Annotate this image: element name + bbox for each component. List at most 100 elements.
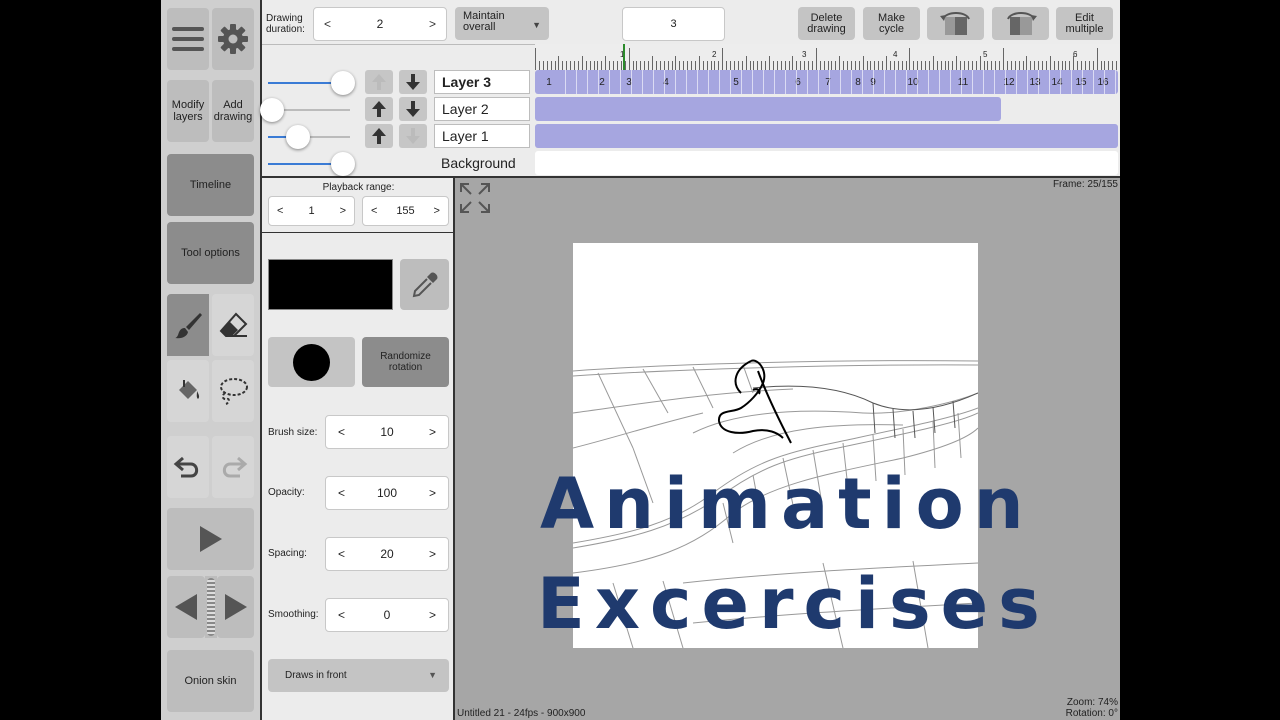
next-frame-button[interactable] [217, 576, 254, 638]
rotate-right-button[interactable] [992, 7, 1049, 40]
move-layer-down-button[interactable] [399, 70, 427, 94]
ruler-tick [628, 48, 630, 70]
increment-button[interactable]: > [429, 547, 436, 561]
move-layer-up-button[interactable] [365, 70, 393, 94]
frame-cell[interactable]: 4 [659, 70, 673, 94]
make-cycle-button[interactable]: Make cycle [863, 7, 920, 40]
opacity-slider-knob[interactable] [286, 125, 311, 149]
layer-name-field[interactable]: Layer 2 [434, 97, 530, 121]
modify-layers-button[interactable]: Modify layers [167, 80, 209, 142]
edit-multiple-button[interactable]: Edit multiple [1056, 7, 1113, 40]
add-drawing-button[interactable]: Add drawing [212, 80, 254, 142]
background-track[interactable] [535, 151, 1118, 175]
increment-button[interactable]: > [434, 205, 440, 217]
move-layer-up-button[interactable] [365, 97, 393, 121]
playhead-marker[interactable] [623, 44, 625, 70]
layer-3-track[interactable]: 12345678910111213141516 [535, 70, 1118, 94]
delete-drawing-button[interactable]: Delete drawing [798, 7, 855, 40]
decrement-button[interactable]: < [338, 608, 345, 622]
brush-shape-button[interactable] [268, 337, 355, 387]
fullscreen-button[interactable] [459, 182, 491, 219]
range-end-stepper[interactable]: < 155 > [362, 196, 449, 226]
layer-1-track[interactable] [535, 124, 1118, 148]
settings-button[interactable] [212, 8, 254, 70]
rotate-left-button[interactable] [927, 7, 984, 40]
move-layer-up-button[interactable] [365, 124, 393, 148]
cell-separator [620, 70, 621, 94]
frame-cell[interactable]: 6 [791, 70, 805, 94]
opacity-slider-knob[interactable] [331, 71, 356, 95]
decrement-button[interactable]: < [338, 425, 345, 439]
brush-size-stepper[interactable]: < 10 > [325, 415, 449, 449]
arrow-down-icon [406, 128, 420, 144]
play-button[interactable] [167, 508, 254, 570]
frame-cell[interactable]: 14 [1050, 70, 1064, 94]
range-start-stepper[interactable]: < 1 > [268, 196, 355, 226]
timeline-panel: Drawing duration: < 2 > Maintain overall… [260, 0, 1120, 178]
spacing-stepper[interactable]: < 20 > [325, 537, 449, 571]
onion-skin-button[interactable]: Onion skin [167, 650, 254, 712]
decrement-button[interactable]: < [371, 205, 377, 217]
move-layer-down-button[interactable] [399, 97, 427, 121]
arrow-up-icon [372, 128, 386, 144]
timeline-button[interactable]: Timeline [167, 154, 254, 216]
cell-separator [697, 70, 698, 94]
brush-size-label: Brush size: [268, 427, 318, 438]
increment-button[interactable]: > [429, 608, 436, 622]
cell-separator [1071, 70, 1072, 94]
move-layer-down-button[interactable] [399, 124, 427, 148]
eraser-tool-button[interactable] [212, 294, 254, 356]
frame-cell[interactable]: 15 [1074, 70, 1088, 94]
opacity-stepper[interactable]: < 100 > [325, 476, 449, 510]
increment-button[interactable]: > [340, 205, 346, 217]
decrement-button[interactable]: < [338, 486, 345, 500]
opacity-slider-knob[interactable] [260, 98, 284, 122]
frame-cell[interactable]: 3 [622, 70, 636, 94]
brush-tool-button[interactable] [167, 294, 209, 356]
cell-separator [686, 70, 687, 94]
ruler-tick [956, 56, 958, 70]
frame-cell[interactable]: 11 [956, 70, 970, 94]
draw-mode-dropdown[interactable]: Draws in front ▼ [268, 659, 449, 692]
previous-frame-button[interactable] [167, 576, 205, 638]
fill-tool-button[interactable] [167, 360, 209, 422]
undo-button[interactable] [167, 436, 209, 498]
decrement-button[interactable]: < [277, 205, 283, 217]
frame-cell[interactable]: 7 [821, 70, 835, 94]
eyedropper-button[interactable] [400, 259, 449, 310]
round-brush-icon [293, 343, 330, 381]
color-swatch[interactable] [268, 259, 393, 310]
cell-separator [862, 70, 863, 94]
current-value-field[interactable]: 3 [622, 7, 725, 41]
drawing-duration-stepper[interactable]: < 2 > [313, 7, 447, 41]
increment-button[interactable]: > [429, 486, 436, 500]
menu-button[interactable] [167, 8, 209, 70]
redo-button[interactable] [212, 436, 254, 498]
increment-button[interactable]: > [429, 17, 436, 31]
lasso-tool-button[interactable] [212, 360, 254, 422]
decrement-button[interactable]: < [338, 547, 345, 561]
frame-scrub-handle[interactable] [205, 576, 217, 638]
ruler-tick [839, 56, 841, 70]
layer-name-field[interactable]: Layer 3 [434, 70, 530, 94]
decrement-button[interactable]: < [324, 17, 331, 31]
frame-cell[interactable]: 16 [1096, 70, 1110, 94]
frame-ruler[interactable]: 123456 [535, 44, 1120, 70]
ruler-tick [745, 56, 747, 70]
randomize-rotation-toggle[interactable]: Randomize rotation [362, 337, 449, 387]
tool-options-button[interactable]: Tool options [167, 222, 254, 284]
cell-separator [950, 70, 951, 94]
layer-2-track[interactable] [535, 97, 1001, 121]
ruler-tick [581, 56, 583, 70]
smoothing-stepper[interactable]: < 0 > [325, 598, 449, 632]
paint-bucket-icon [179, 380, 200, 399]
maintain-overall-dropdown[interactable]: Maintain overall ▼ [455, 7, 549, 40]
opacity-slider-knob[interactable] [331, 152, 356, 176]
frame-cell[interactable]: 13 [1028, 70, 1042, 94]
increment-button[interactable]: > [429, 425, 436, 439]
frame-cell[interactable]: 1 [542, 70, 556, 94]
canvas-area[interactable]: Frame: 25/155 Animation Excercises Untit… [455, 178, 1120, 720]
cell-separator [796, 70, 797, 94]
layer-name-field[interactable]: Layer 1 [434, 124, 530, 148]
opacity-slider-fill [268, 82, 340, 84]
